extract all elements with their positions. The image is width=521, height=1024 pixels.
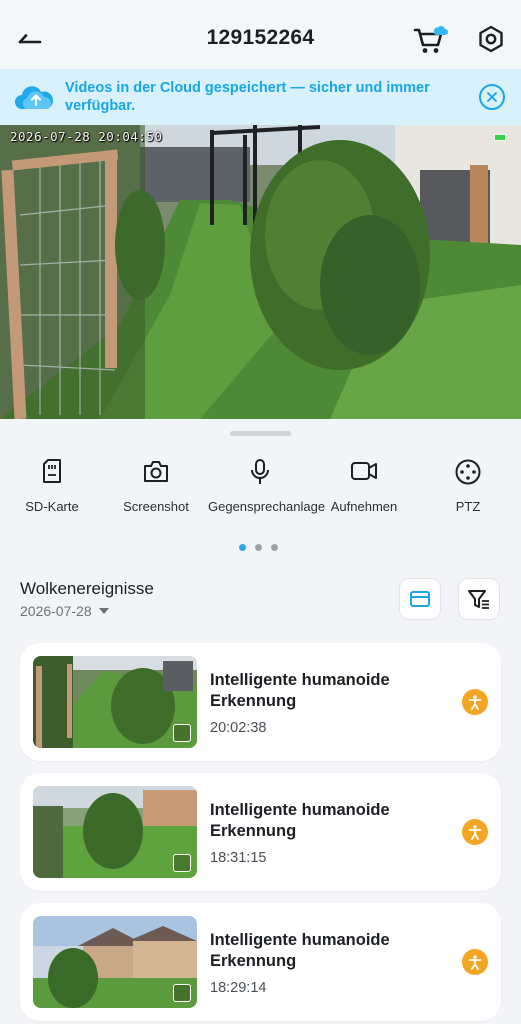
battery-indicator bbox=[494, 134, 506, 141]
event-title: Intelligente humanoide Erkennung bbox=[210, 931, 390, 970]
cloud-events-title: Wolkenereignisse bbox=[20, 579, 154, 598]
event-card[interactable]: Intelligente humanoide Erkennung 18:29:1… bbox=[20, 903, 501, 1021]
live-timestamp: 2026-07-28 20:04:50 bbox=[10, 129, 163, 144]
banner-close-button[interactable] bbox=[479, 84, 505, 110]
live-camera-image bbox=[0, 125, 521, 419]
cart-cloud-icon bbox=[413, 25, 448, 53]
settings-hex-icon bbox=[479, 25, 503, 53]
toolbar-pager bbox=[239, 544, 278, 551]
image-type-icon bbox=[173, 984, 191, 1002]
event-thumbnail[interactable] bbox=[33, 786, 197, 878]
back-button[interactable] bbox=[14, 24, 46, 54]
pager-dot-1[interactable] bbox=[239, 544, 246, 551]
pager-dot-2[interactable] bbox=[255, 544, 262, 551]
tool-label: PTZ bbox=[455, 499, 481, 514]
caret-down-icon bbox=[98, 608, 109, 614]
event-time: 18:29:14 bbox=[210, 980, 267, 996]
view-toggle-button[interactable] bbox=[399, 578, 441, 620]
filter-button[interactable] bbox=[458, 578, 500, 620]
event-time: 20:02:38 bbox=[210, 720, 267, 736]
human-detection-icon bbox=[462, 689, 488, 715]
panel-drag-handle[interactable] bbox=[230, 431, 291, 436]
image-type-icon bbox=[173, 724, 191, 742]
tool-ptz[interactable]: PTZ bbox=[416, 458, 520, 515]
cloud-upload-icon bbox=[15, 86, 54, 109]
settings-button[interactable] bbox=[474, 22, 508, 56]
tool-label: SD-Karte bbox=[25, 499, 79, 514]
cloud-store-button[interactable] bbox=[412, 22, 448, 56]
tool-sd-card[interactable]: SD-Karte bbox=[0, 458, 104, 515]
tool-screenshot[interactable]: Screenshot bbox=[104, 458, 208, 515]
back-arrow-icon bbox=[18, 34, 42, 44]
tool-record[interactable]: Aufnehmen bbox=[312, 458, 416, 515]
event-thumbnail[interactable] bbox=[33, 656, 197, 748]
event-card[interactable]: Intelligente humanoide Erkennung 18:31:1… bbox=[20, 773, 501, 891]
top-bar: 129152264 bbox=[0, 0, 521, 70]
date-selector[interactable]: 2026-07-28 bbox=[20, 603, 110, 619]
tool-label: Aufnehmen bbox=[330, 499, 398, 514]
tool-label: Screenshot bbox=[123, 499, 189, 514]
banner-message: Videos in der Cloud gespeichert — sicher… bbox=[65, 80, 430, 114]
event-time: 18:31:15 bbox=[210, 850, 267, 866]
event-title: Intelligente humanoide Erkennung bbox=[210, 671, 390, 710]
event-card[interactable]: Intelligente humanoide Erkennung 20:02:3… bbox=[20, 643, 501, 761]
close-circle-icon bbox=[487, 92, 497, 102]
pager-dot-3[interactable] bbox=[271, 544, 278, 551]
filter-icon bbox=[468, 590, 489, 609]
video-record-icon bbox=[351, 462, 377, 480]
human-detection-icon bbox=[462, 949, 488, 975]
ptz-joystick-icon bbox=[455, 459, 481, 485]
camera-icon bbox=[144, 461, 168, 482]
sd-card-icon bbox=[43, 459, 61, 483]
tool-label: Gegensprechanlage bbox=[208, 499, 326, 514]
live-video-view[interactable]: 2026-07-28 20:04:50 bbox=[0, 125, 521, 419]
event-thumbnail[interactable] bbox=[33, 916, 197, 1008]
image-type-icon bbox=[173, 854, 191, 872]
human-detection-icon bbox=[462, 819, 488, 845]
microphone-icon bbox=[251, 459, 269, 484]
tool-intercom[interactable]: Gegensprechanlage bbox=[208, 458, 326, 515]
event-title: Intelligente humanoide Erkennung bbox=[210, 801, 390, 840]
cloud-storage-banner[interactable]: Videos in der Cloud gespeichert — sicher… bbox=[0, 69, 521, 125]
selected-date: 2026-07-28 bbox=[20, 603, 92, 619]
view-toggle-icon bbox=[410, 591, 430, 607]
